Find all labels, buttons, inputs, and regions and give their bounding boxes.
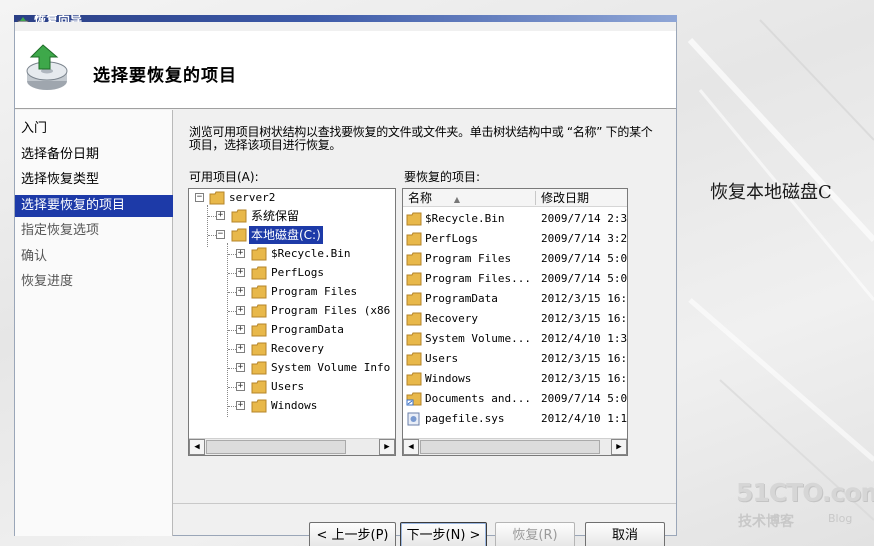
list-item[interactable]: Documents and... 2009/7/14 5:0 — [403, 389, 627, 409]
scroll-right-button[interactable]: ▶ — [379, 439, 395, 455]
folder-icon — [406, 332, 422, 346]
folder-icon — [251, 285, 267, 299]
tree-node-folder[interactable]: + Users — [189, 378, 395, 396]
nav-step-select-items[interactable]: 选择要恢复的项目 — [15, 195, 173, 217]
recovery-wizard-window: 选择要恢复的项目 入门 选择备份日期 选择恢复类型 选择要恢复的项目 指定恢复选… — [14, 22, 677, 546]
folder-icon — [251, 304, 267, 318]
tree-horizontal-scrollbar[interactable]: ◀ ▶ — [189, 438, 395, 455]
tree-node-local-disk-c[interactable]: − 本地磁盘(C:) — [189, 226, 395, 244]
restore-button: 恢复(R) — [495, 522, 575, 546]
folder-icon — [406, 272, 422, 286]
slide-caption: 恢复本地磁盘C — [710, 182, 832, 203]
watermark-blog: Blog — [828, 512, 853, 525]
tree-node-folder[interactable]: + Windows — [189, 397, 395, 415]
watermark-logo: 51CTO.com — [736, 478, 874, 507]
list-item[interactable]: System Volume... 2012/4/10 1:3 — [403, 329, 627, 349]
tree-node-system-reserved[interactable]: + 系统保留 — [189, 207, 395, 225]
cancel-button[interactable]: 取消 — [585, 522, 665, 546]
previous-button[interactable]: < 上一步(P) — [309, 522, 396, 546]
column-header-modified[interactable]: 修改日期 — [536, 189, 627, 207]
scroll-right-button[interactable]: ▶ — [611, 439, 627, 455]
folder-icon — [406, 312, 422, 326]
backup-restore-icon — [26, 44, 68, 90]
list-item[interactable]: $Recycle.Bin 2009/7/14 2:3 — [403, 209, 627, 229]
footer-divider — [173, 503, 676, 504]
sort-ascending-icon: ▲ — [453, 195, 460, 204]
list-item[interactable]: PerfLogs 2009/7/14 3:2 — [403, 229, 627, 249]
expand-toggle[interactable]: + — [236, 382, 245, 391]
tree-node-folder[interactable]: + ProgramData — [189, 321, 395, 339]
expand-toggle[interactable]: + — [236, 306, 245, 315]
list-item[interactable]: ProgramData 2012/3/15 16: — [403, 289, 627, 309]
wizard-steps-nav: 入门 选择备份日期 选择恢复类型 选择要恢复的项目 指定恢复选项 确认 恢复进度 — [15, 110, 173, 536]
folder-icon — [251, 342, 267, 356]
wizard-header: 选择要恢复的项目 — [15, 31, 676, 109]
list-item[interactable]: pagefile.sys 2012/4/10 1:1 — [403, 409, 627, 429]
expand-toggle[interactable]: + — [236, 268, 245, 277]
expand-toggle[interactable]: + — [236, 401, 245, 410]
system-file-icon — [407, 412, 420, 426]
tree-node-folder[interactable]: + Recovery — [189, 340, 395, 358]
collapse-toggle[interactable]: − — [195, 193, 204, 202]
nav-step-confirm: 确认 — [21, 249, 48, 264]
available-items-label: 可用项目(A): — [189, 170, 259, 184]
folder-icon — [251, 266, 267, 280]
tree-node-folder[interactable]: + Program Files (x86 — [189, 302, 395, 320]
list-item[interactable]: Program Files... 2009/7/14 5:0 — [403, 269, 627, 289]
folder-icon — [406, 232, 422, 246]
next-button[interactable]: 下一步(N) > — [400, 522, 487, 546]
nav-step-backup-date[interactable]: 选择备份日期 — [15, 144, 173, 166]
expand-toggle[interactable]: + — [236, 249, 245, 258]
column-header-name[interactable]: 名称 ▲ — [403, 189, 535, 207]
expand-toggle[interactable]: + — [236, 344, 245, 353]
nav-step-getting-started[interactable]: 入门 — [15, 118, 173, 140]
watermark-subtitle: 技术博客 — [738, 514, 794, 530]
folder-icon — [251, 380, 267, 394]
folder-icon — [406, 372, 422, 386]
expand-toggle[interactable]: + — [236, 363, 245, 372]
list-item[interactable]: Windows 2012/3/15 16: — [403, 369, 627, 389]
list-item[interactable]: Recovery 2012/3/15 16: — [403, 309, 627, 329]
scroll-thumb[interactable] — [420, 440, 600, 454]
tree-node-folder[interactable]: + PerfLogs — [189, 264, 395, 282]
scroll-left-button[interactable]: ◀ — [403, 439, 419, 455]
list-item[interactable]: Users 2012/3/15 16: — [403, 349, 627, 369]
nav-step-recovery-options: 指定恢复选项 — [21, 223, 100, 238]
items-to-restore-list[interactable]: 名称 ▲ 修改日期 $Recycle.Bin 2009/7/14 2:3 Per… — [402, 188, 628, 456]
tree-node-folder[interactable]: + System Volume Info — [189, 359, 395, 377]
folder-icon — [231, 228, 247, 242]
collapse-toggle[interactable]: − — [216, 230, 225, 239]
folder-icon — [251, 361, 267, 375]
nav-step-recovery-type[interactable]: 选择恢复类型 — [15, 169, 173, 191]
folder-icon — [251, 247, 267, 261]
list-header: 名称 ▲ 修改日期 — [403, 189, 627, 207]
expand-toggle[interactable]: + — [216, 211, 225, 220]
list-horizontal-scrollbar[interactable]: ◀ ▶ — [403, 438, 627, 455]
folder-icon — [251, 399, 267, 413]
expand-toggle[interactable]: + — [236, 325, 245, 334]
folder-icon — [406, 212, 422, 226]
items-to-restore-label: 要恢复的项目: — [404, 170, 481, 184]
instructions-text: 浏览可用项目树状结构以查找要恢复的文件或文件夹。单击树状结构中或 “名称” 下的… — [189, 125, 653, 152]
folder-icon — [406, 292, 422, 306]
wizard-content: 浏览可用项目树状结构以查找要恢复的文件或文件夹。单击树状结构中或 “名称” 下的… — [173, 110, 676, 546]
folder-icon — [406, 352, 422, 366]
tree-node-server[interactable]: − server2 — [189, 189, 395, 207]
tree-node-folder[interactable]: + Program Files — [189, 283, 395, 301]
folder-icon — [209, 191, 225, 205]
tree-node-folder[interactable]: + $Recycle.Bin — [189, 245, 395, 263]
scroll-left-button[interactable]: ◀ — [189, 439, 205, 455]
list-item[interactable]: Program Files 2009/7/14 5:0 — [403, 249, 627, 269]
available-items-tree[interactable]: − server2 + 系统保留 − 本地磁盘(C:) + $Recycle.B… — [188, 188, 396, 456]
folder-icon — [231, 209, 247, 223]
shortcut-folder-icon — [406, 392, 422, 406]
page-title: 选择要恢复的项目 — [93, 66, 237, 86]
nav-step-progress: 恢复进度 — [21, 274, 74, 289]
folder-icon — [406, 252, 422, 266]
scroll-thumb[interactable] — [206, 440, 346, 454]
expand-toggle[interactable]: + — [236, 287, 245, 296]
folder-icon — [251, 323, 267, 337]
